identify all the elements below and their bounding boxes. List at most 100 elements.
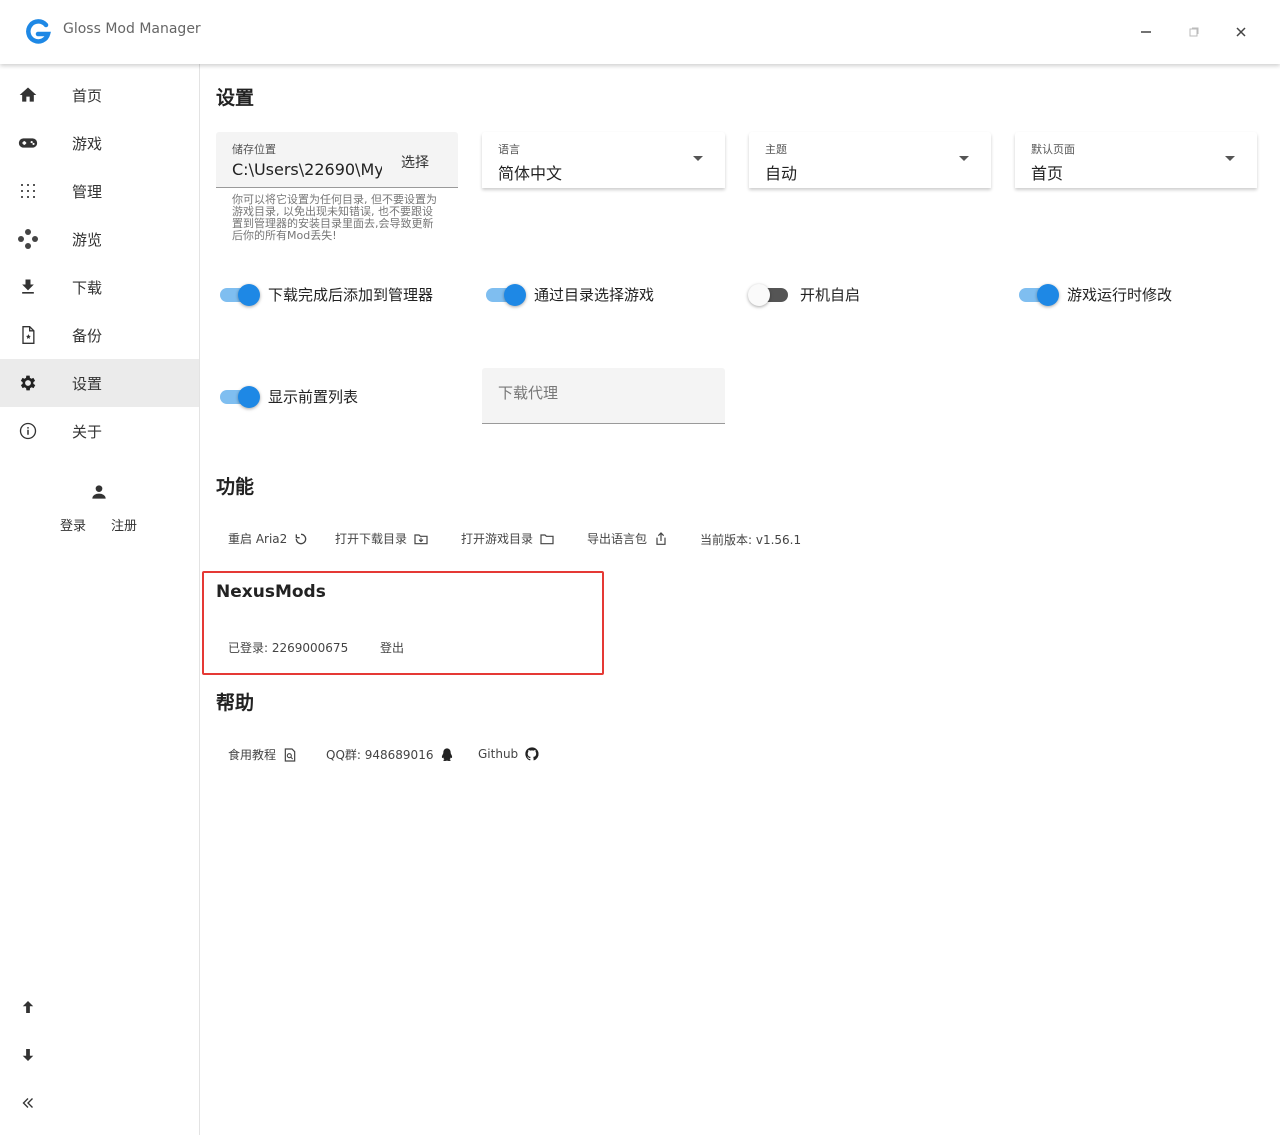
language-label: 语言 (498, 143, 520, 156)
sidebar: 首页 游戏 管理 游览 下载 备份 设置 关于 登录 注册 (0, 64, 200, 1135)
sidebar-item-manage[interactable]: 管理 (0, 167, 199, 215)
theme-select[interactable]: 主题 自动 (749, 132, 991, 188)
tutorial-label: 食用教程 (228, 748, 277, 762)
home-icon (17, 84, 39, 106)
info-icon (17, 420, 39, 442)
app-logo-icon (26, 19, 51, 44)
scroll-down-button[interactable] (17, 1044, 39, 1066)
github-label: Github (478, 747, 519, 761)
switch-track (220, 283, 260, 306)
switch-thumb (1037, 283, 1059, 306)
github-button[interactable]: Github (478, 746, 540, 762)
switch-show-prerequisites[interactable]: 显示前置列表 (220, 385, 359, 408)
export-language-button[interactable]: 导出语言包 (587, 530, 669, 547)
maximize-button[interactable] (1182, 20, 1206, 44)
switch-label: 显示前置列表 (268, 388, 359, 406)
chevron-down-icon (1225, 156, 1235, 161)
user-icon (92, 485, 106, 499)
storage-location-field[interactable]: 储存位置 C:\Users\22690\My 选择 (216, 132, 458, 188)
switch-track (220, 385, 260, 408)
arrow-down-icon (22, 1049, 34, 1061)
folder-icon (540, 533, 554, 544)
sidebar-item-label: 游览 (72, 230, 103, 249)
sidebar-item-download[interactable]: 下载 (0, 263, 199, 311)
title-bar: Gloss Mod Manager (0, 0, 1280, 64)
minus-icon (1141, 31, 1151, 33)
backup-file-icon (17, 324, 39, 346)
app-title: Gloss Mod Manager (63, 21, 201, 37)
theme-label: 主题 (765, 143, 787, 156)
switch-label: 游戏运行时修改 (1067, 286, 1173, 304)
sidebar-item-label: 游戏 (72, 134, 103, 153)
minimize-button[interactable] (1134, 20, 1158, 44)
page-title: 设置 (216, 87, 255, 109)
qq-group-label: QQ群: 948689016 (326, 748, 434, 762)
switch-label: 下载完成后添加到管理器 (268, 286, 434, 304)
sidebar-item-games[interactable]: 游戏 (0, 119, 199, 167)
collapse-icon (22, 1098, 33, 1108)
switch-select-game-by-dir[interactable]: 通过目录选择游戏 (486, 283, 655, 306)
sidebar-item-label: 首页 (72, 86, 103, 105)
open-game-dir-button[interactable]: 打开游戏目录 (461, 530, 555, 547)
choose-directory-button[interactable]: 选择 (401, 152, 429, 172)
sidebar-item-label: 备份 (72, 326, 103, 345)
collapse-sidebar-button[interactable] (17, 1092, 39, 1114)
default-page-value: 首页 (1031, 164, 1064, 183)
tutorial-button[interactable]: 食用教程 (228, 746, 298, 763)
storage-location-label: 储存位置 (232, 143, 276, 156)
language-select[interactable]: 语言 简体中文 (482, 132, 725, 188)
open-download-dir-button[interactable]: 打开下载目录 (335, 530, 429, 547)
theme-value: 自动 (765, 164, 798, 183)
close-icon (1236, 27, 1246, 37)
restart-icon (295, 533, 307, 544)
restart-aria2-button[interactable]: 重启 Aria2 (228, 530, 309, 547)
scroll-up-button[interactable] (17, 996, 39, 1018)
sidebar-item-home[interactable]: 首页 (0, 71, 199, 119)
sidebar-item-label: 关于 (72, 422, 103, 441)
sidebar-item-about[interactable]: 关于 (0, 407, 199, 455)
open-game-dir-label: 打开游戏目录 (461, 532, 534, 546)
download-proxy-input[interactable] (498, 384, 708, 402)
register-link[interactable]: 注册 (111, 515, 137, 534)
grid-icon (17, 180, 39, 202)
sidebar-item-settings[interactable]: 设置 (0, 359, 199, 407)
restore-icon (1189, 27, 1199, 37)
nexusmods-title: NexusMods (216, 582, 326, 602)
login-link[interactable]: 登录 (60, 515, 86, 534)
chevron-down-icon (959, 156, 969, 161)
arrow-up-icon (22, 1001, 34, 1013)
switch-label: 通过目录选择游戏 (534, 286, 655, 304)
switch-thumb (748, 283, 770, 306)
qq-group-button[interactable]: QQ群: 948689016 (326, 746, 455, 763)
version-text: 当前版本: v1.56.1 (700, 533, 802, 547)
switch-modify-while-running[interactable]: 游戏运行时修改 (1019, 283, 1173, 306)
sidebar-item-browse[interactable]: 游览 (0, 215, 199, 263)
document-search-icon (284, 747, 296, 762)
help-title: 帮助 (216, 692, 255, 714)
sidebar-item-label: 下载 (72, 278, 103, 297)
chevron-down-icon (693, 156, 703, 161)
gear-icon (17, 372, 39, 394)
download-proxy-field[interactable] (482, 368, 725, 424)
sidebar-item-backup[interactable]: 备份 (0, 311, 199, 359)
switch-track (1019, 283, 1059, 306)
nexus-logout-button[interactable]: 登出 (380, 639, 404, 656)
close-button[interactable] (1229, 20, 1253, 44)
folder-download-icon (414, 533, 428, 544)
switch-thumb (504, 283, 526, 306)
language-value: 简体中文 (498, 164, 563, 183)
switch-track (486, 283, 526, 306)
storage-location-value: C:\Users\22690\My (232, 160, 382, 179)
settings-page: 设置 储存位置 C:\Users\22690\My 选择 你可以将它设置为任何目… (200, 64, 1280, 1135)
github-icon (525, 747, 539, 761)
features-title: 功能 (216, 476, 255, 498)
gamepad-icon (17, 132, 39, 154)
sidebar-item-label: 设置 (72, 374, 103, 393)
restart-aria2-label: 重启 Aria2 (228, 532, 288, 546)
open-download-dir-label: 打开下载目录 (335, 532, 408, 546)
switch-add-to-manager[interactable]: 下载完成后添加到管理器 (220, 283, 434, 306)
switch-thumb (238, 283, 260, 306)
switch-autostart[interactable]: 开机自启 (748, 283, 860, 306)
default-page-select[interactable]: 默认页面 首页 (1015, 132, 1257, 188)
nexus-logout-label: 登出 (380, 641, 405, 655)
